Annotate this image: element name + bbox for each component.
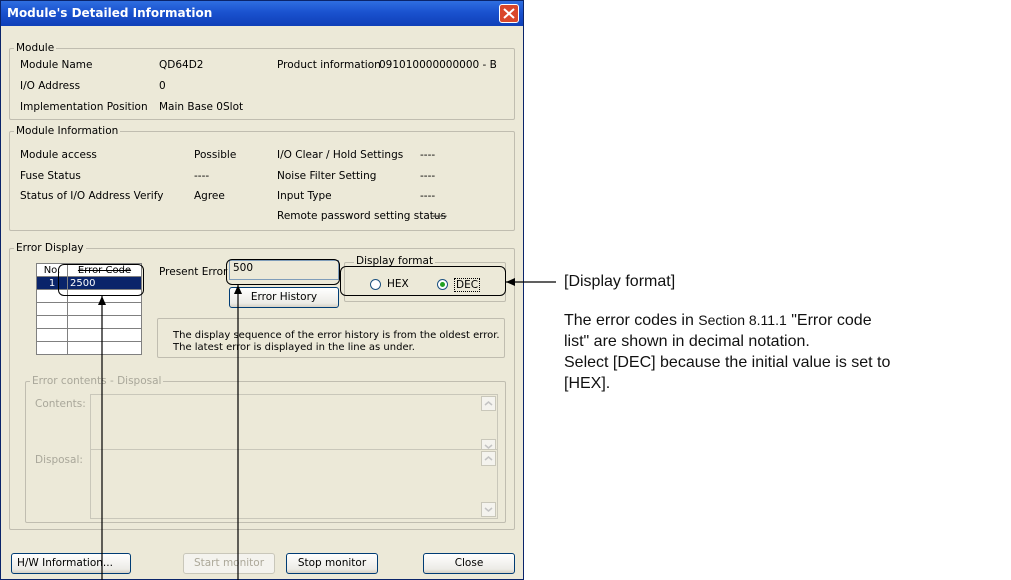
annotation-body: The error codes in Section 8.11.1 "Error…: [564, 310, 1004, 394]
arrow-head-icon: [98, 296, 106, 305]
annotation-line-1-post: "Error code: [786, 312, 872, 329]
callout-arrows: [98, 278, 556, 580]
arrow-head-icon: [234, 285, 242, 294]
annotation-line-1-pre: The error codes in: [564, 312, 699, 329]
annotation-line-1: The error codes in Section 8.11.1 "Error…: [564, 310, 1004, 331]
annotation-heading: [Display format]: [564, 273, 676, 290]
annotation-line-3: Select [DEC] because the initial value i…: [564, 354, 891, 371]
section-reference-link[interactable]: Section 8.11.1: [698, 312, 786, 328]
annotation-line-2: list" are shown in decimal notation.: [564, 333, 810, 350]
arrow-head-icon: [506, 278, 515, 286]
annotation-line-4: [HEX].: [564, 375, 611, 392]
